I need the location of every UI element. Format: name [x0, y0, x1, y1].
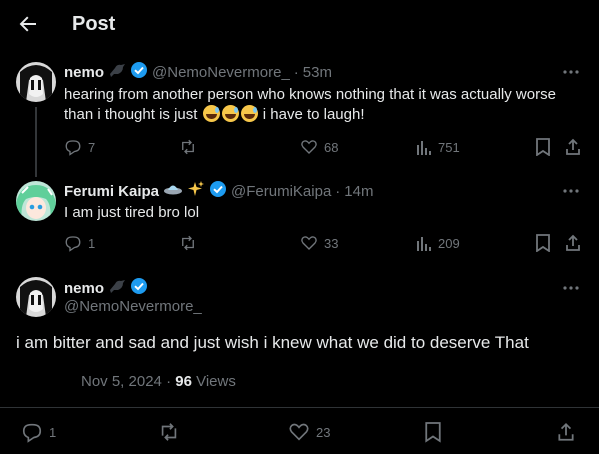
separator-dot: · [335, 182, 341, 200]
timestamp[interactable]: 14m [344, 183, 373, 200]
avatar[interactable] [16, 62, 56, 102]
avatar[interactable] [16, 181, 56, 221]
ufo-emoji-icon [163, 181, 183, 201]
main-post-handle[interactable]: @NemoNevermore_ [64, 298, 202, 315]
sweat-smile-emoji-icon [221, 105, 239, 122]
heart-icon [301, 140, 317, 154]
repost-icon [182, 139, 194, 155]
views-button[interactable]: 209 [416, 235, 460, 251]
sweat-smile-emoji-icon [240, 105, 258, 122]
post-header: Ferumi Kaipa @FerumiKaipa · 14m [64, 181, 373, 201]
more-options-icon[interactable] [561, 181, 581, 201]
like-count: 23 [316, 424, 331, 440]
separator-dot: · [293, 63, 299, 81]
post-text: hearing from another person who knows no… [64, 85, 583, 125]
action-bar: 7 68 751 [64, 137, 584, 157]
separator-dot: · [166, 373, 172, 390]
views-count: 96 [175, 373, 192, 390]
bird-icon [108, 62, 126, 82]
verified-badge-icon [130, 61, 148, 83]
reply-count: 1 [49, 424, 57, 440]
like-count: 68 [324, 139, 339, 155]
post-text-end: i have to laugh! [262, 106, 365, 123]
like-button[interactable]: 33 [300, 234, 338, 252]
handle[interactable]: @NemoNevermore_ [152, 64, 290, 81]
main-post-header: nemo [64, 278, 148, 298]
like-button[interactable]: 68 [300, 138, 338, 156]
display-name[interactable]: Ferumi Kaipa [64, 183, 159, 200]
sweat-smile-emoji-icon [202, 105, 220, 122]
share-icon[interactable] [564, 234, 582, 252]
reply-button[interactable]: 1 [21, 421, 56, 443]
heart-icon [301, 236, 317, 250]
repost-icon [161, 423, 177, 441]
thread-line [35, 107, 37, 177]
post-meta: Nov 5, 2024 · 96 Views [81, 373, 236, 390]
repost-icon [182, 235, 194, 251]
post-header: nemo @NemoNevermore_ · 53m [64, 62, 332, 82]
divider [0, 407, 599, 408]
analytics-icon [417, 237, 431, 251]
share-icon[interactable] [556, 421, 576, 443]
repost-button[interactable] [157, 421, 181, 443]
display-name[interactable]: nemo [64, 280, 104, 297]
bookmark-icon[interactable] [535, 138, 551, 156]
view-count: 751 [438, 139, 460, 155]
sparkles-emoji-icon [187, 180, 205, 202]
like-count: 33 [324, 235, 339, 251]
reply-count: 7 [88, 139, 96, 155]
reply-icon [65, 140, 81, 156]
views-button[interactable]: 751 [416, 139, 460, 155]
reply-button[interactable]: 1 [64, 234, 95, 252]
bird-icon [108, 278, 126, 298]
like-button[interactable]: 23 [288, 421, 330, 443]
analytics-icon [417, 141, 431, 155]
verified-badge-icon [130, 277, 148, 299]
share-icon[interactable] [564, 138, 582, 156]
main-action-bar: 1 23 [0, 421, 599, 443]
back-arrow-icon[interactable] [16, 12, 40, 36]
heart-icon [289, 423, 309, 441]
verified-badge-icon [209, 180, 227, 202]
repost-button[interactable] [178, 138, 198, 156]
reply-icon [65, 236, 81, 252]
timestamp[interactable]: 53m [303, 64, 332, 81]
repost-button[interactable] [178, 234, 198, 252]
post-text: I am just tired bro lol [64, 204, 200, 221]
bookmark-icon[interactable] [424, 421, 442, 443]
display-name[interactable]: nemo [64, 64, 104, 81]
views-label: Views [196, 373, 236, 390]
reply-button[interactable]: 7 [64, 138, 95, 156]
handle[interactable]: @FerumiKaipa [231, 183, 331, 200]
page-title: Post [72, 13, 116, 35]
avatar[interactable] [16, 277, 56, 317]
reply-icon [22, 423, 42, 443]
reply-count: 1 [88, 235, 96, 251]
more-options-icon[interactable] [561, 62, 581, 82]
top-bar: Post [0, 0, 599, 50]
post-date[interactable]: Nov 5, 2024 [81, 373, 162, 390]
view-count: 209 [438, 235, 460, 251]
bookmark-icon[interactable] [535, 234, 551, 252]
more-options-icon[interactable] [561, 278, 581, 298]
action-bar: 1 33 209 [64, 233, 584, 253]
main-post-text: i am bitter and sad and just wish i knew… [16, 333, 529, 352]
